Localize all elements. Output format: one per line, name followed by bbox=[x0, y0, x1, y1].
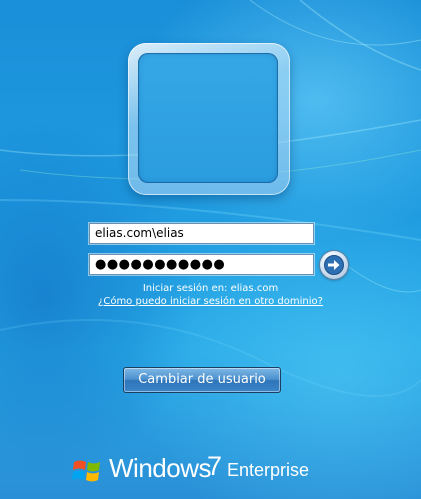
password-field[interactable]: ●●●●●●●●●●● bbox=[89, 254, 314, 275]
user-tile-icon bbox=[138, 53, 278, 183]
switch-user-button[interactable]: Cambiar de usuario bbox=[123, 367, 281, 393]
username-field[interactable]: elias.com\elias bbox=[89, 223, 314, 244]
brand-version: 7 bbox=[207, 451, 223, 481]
windows-flag-icon bbox=[72, 460, 100, 482]
submit-button[interactable] bbox=[320, 251, 348, 279]
user-tile bbox=[128, 43, 290, 195]
arrow-right-icon bbox=[324, 255, 344, 275]
brand-word: Windows bbox=[109, 453, 211, 483]
domain-info: Iniciar sesión en: elias.com bbox=[142, 283, 279, 294]
brand-edition: Enterprise bbox=[227, 460, 310, 480]
other-domain-link[interactable]: ¿Cómo puedo iniciar sesión en otro domin… bbox=[0, 296, 421, 307]
